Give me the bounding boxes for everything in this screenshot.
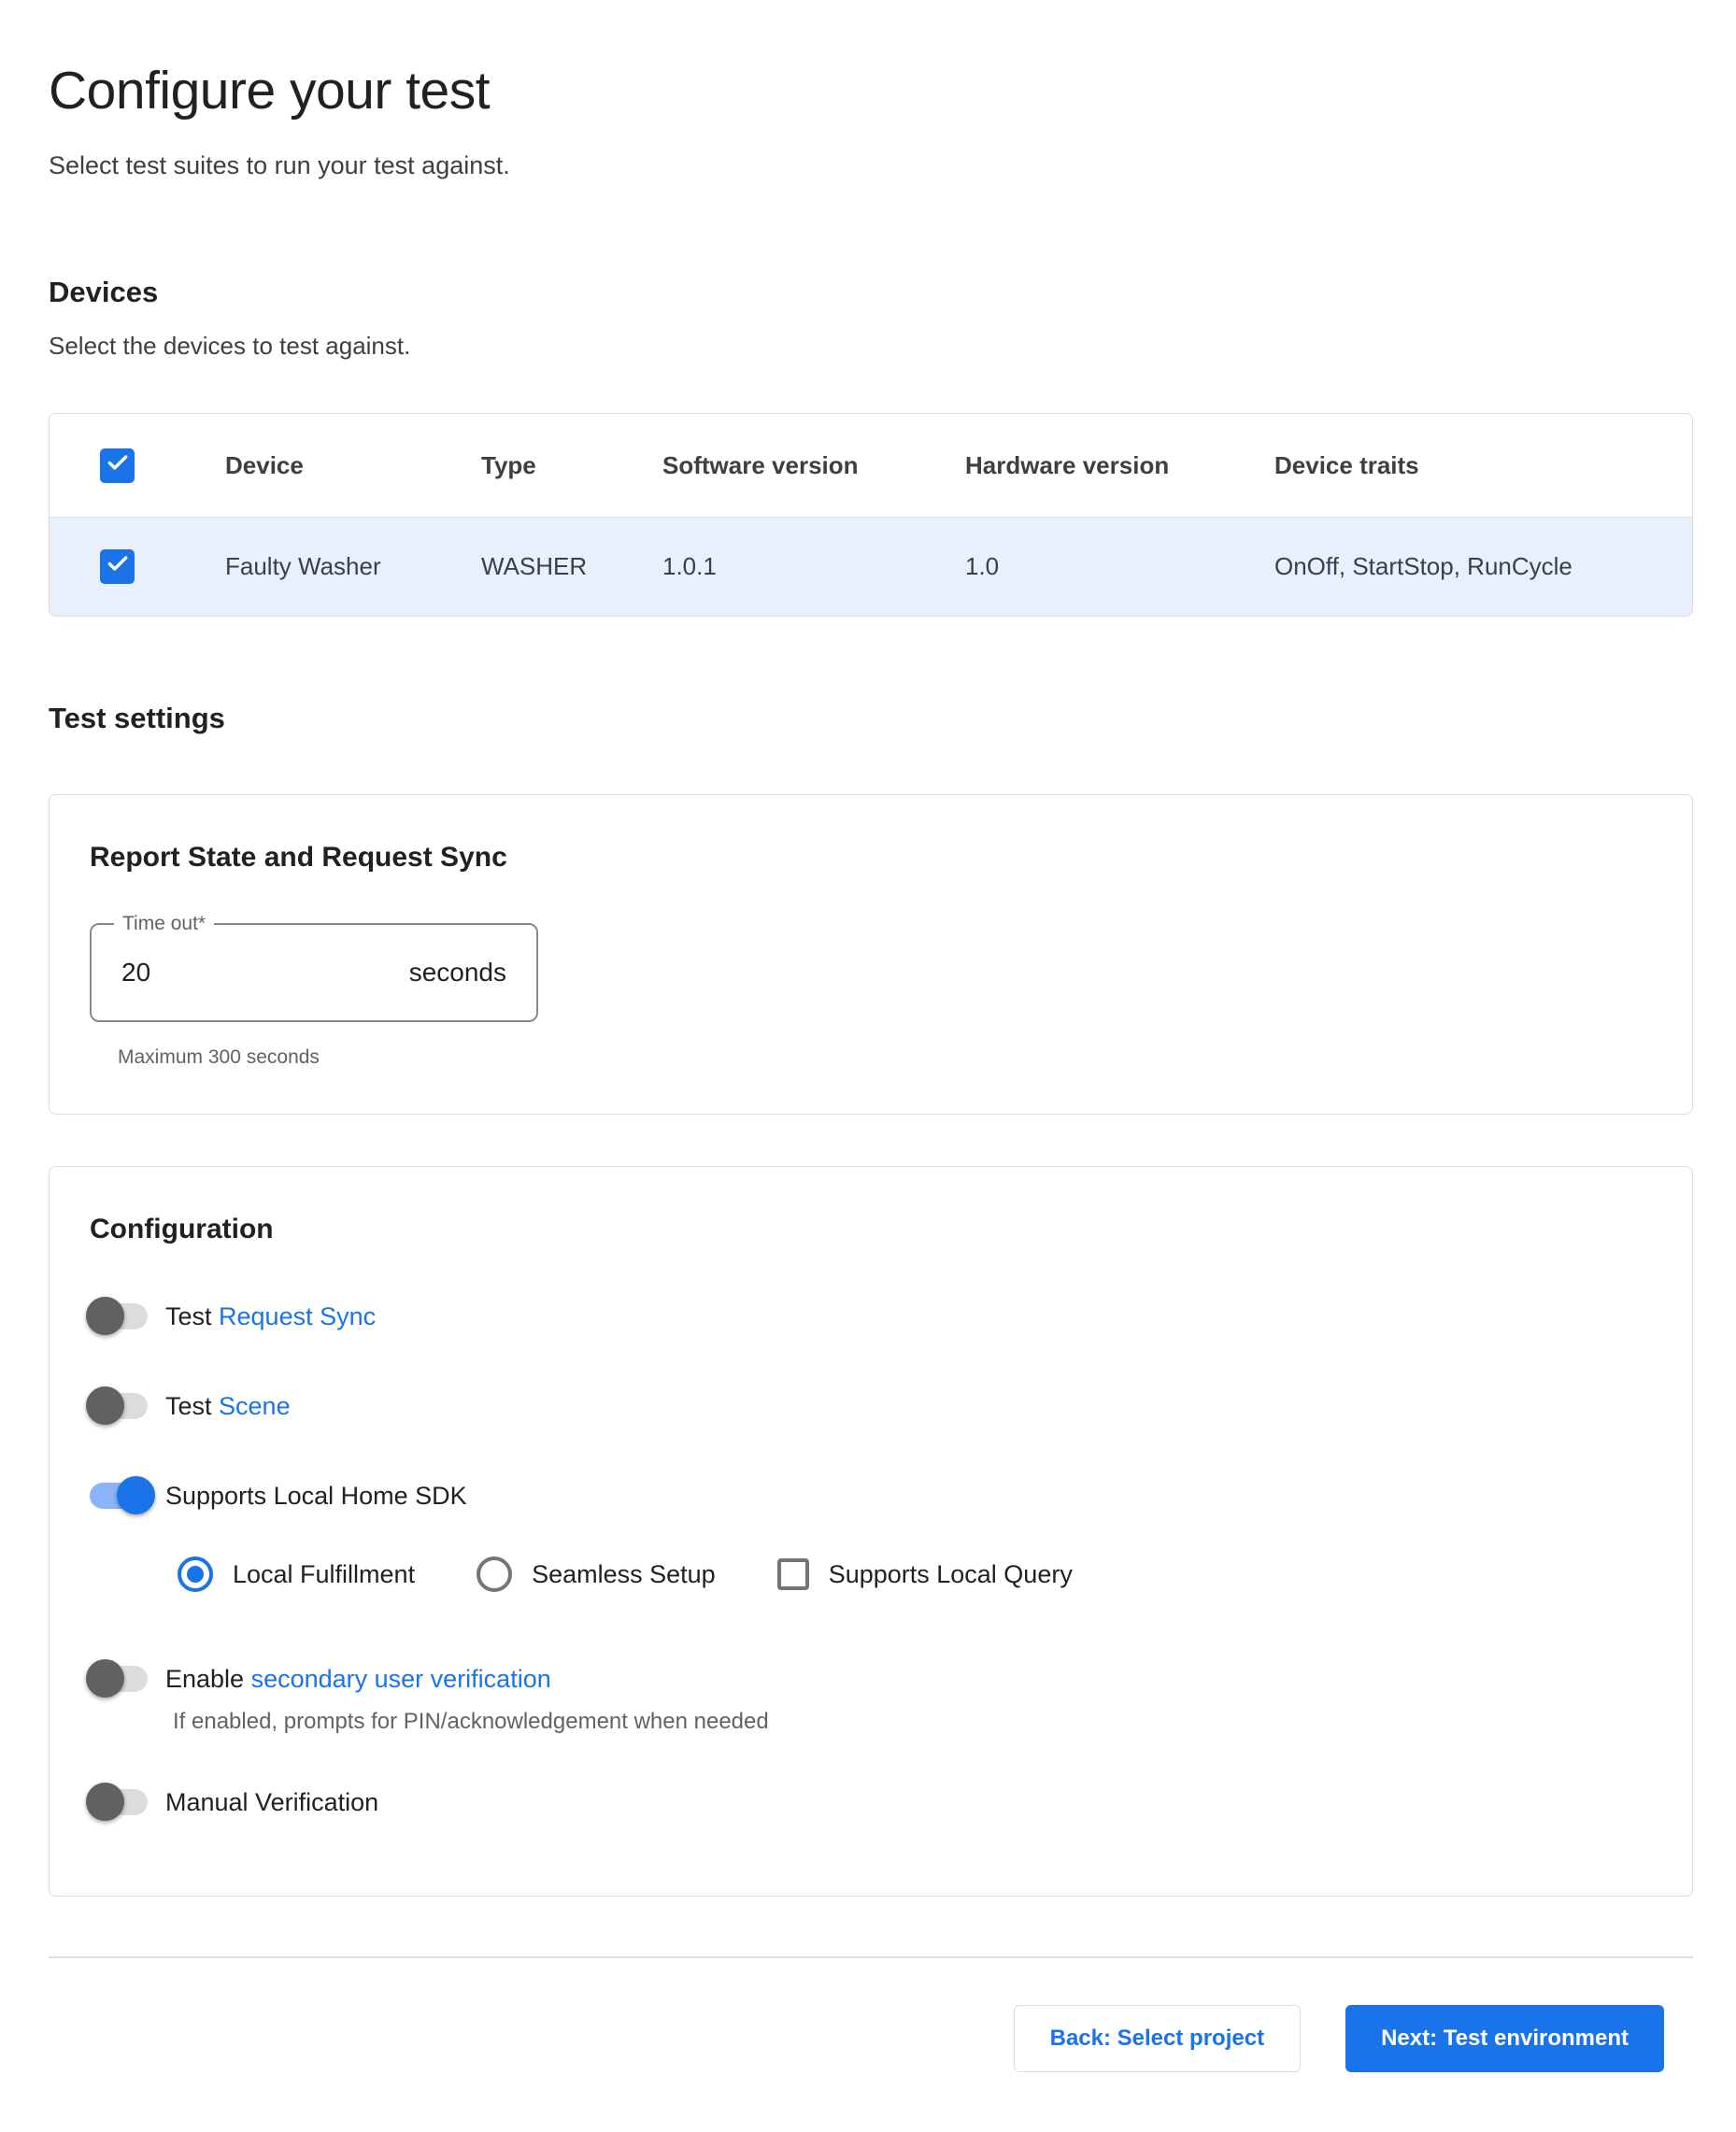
- table-row[interactable]: Faulty Washer WASHER 1.0.1 1.0 OnOff, St…: [50, 518, 1692, 616]
- cell-hardware-version: 1.0: [965, 552, 1274, 581]
- configuration-card-title: Configuration: [90, 1212, 1647, 1246]
- radio-option-seamless-setup[interactable]: Seamless Setup: [477, 1556, 716, 1592]
- timeout-unit-label: seconds: [409, 958, 506, 988]
- cell-software-version: 1.0.1: [662, 552, 965, 581]
- toggle-supports-local-home-sdk[interactable]: [90, 1482, 151, 1510]
- checkbox-label-supports-local-query: Supports Local Query: [829, 1560, 1073, 1589]
- configure-test-page: Configure your test Select test suites t…: [0, 0, 1736, 2132]
- toggle-secondary-user-verification[interactable]: [90, 1665, 151, 1693]
- timeout-field-label: Time out*: [114, 913, 214, 935]
- page-title: Configure your test: [49, 58, 1693, 123]
- label-prefix: Test: [165, 1392, 219, 1420]
- toggle-label-test-scene: Test Scene: [165, 1392, 291, 1421]
- radio-label-local-fulfillment: Local Fulfillment: [233, 1560, 415, 1589]
- cell-device-name: Faulty Washer: [225, 552, 481, 581]
- label-prefix: Test: [165, 1302, 219, 1330]
- timeout-field: Time out* seconds: [90, 923, 538, 1022]
- toggle-knob: [86, 1297, 124, 1335]
- label-prefix: Enable: [165, 1665, 251, 1693]
- column-header-software-version: Software version: [662, 451, 965, 480]
- toggle-row-test-scene: Test Scene: [90, 1378, 1647, 1434]
- devices-description: Select the devices to test against.: [49, 331, 1693, 361]
- timeout-input[interactable]: [121, 958, 308, 988]
- toggle-label-test-request-sync: Test Request Sync: [165, 1302, 376, 1331]
- radio-option-local-fulfillment[interactable]: Local Fulfillment: [178, 1556, 415, 1592]
- toggle-knob: [86, 1659, 124, 1698]
- report-state-card-title: Report State and Request Sync: [90, 840, 1647, 874]
- toggle-test-scene[interactable]: [90, 1392, 151, 1420]
- toggle-row-manual-verification: Manual Verification: [90, 1774, 1647, 1830]
- toggle-manual-verification[interactable]: [90, 1788, 151, 1816]
- secondary-verification-helper-text: If enabled, prompts for PIN/acknowledgem…: [173, 1709, 1647, 1735]
- select-all-checkbox[interactable]: [100, 448, 135, 483]
- devices-heading: Devices: [49, 275, 1693, 310]
- request-sync-link[interactable]: Request Sync: [219, 1302, 376, 1330]
- local-home-options-row: Local Fulfillment Seamless Setup Support…: [178, 1544, 1647, 1604]
- radio-selected-icon[interactable]: [178, 1556, 213, 1592]
- device-table-header: Device Type Software version Hardware ve…: [50, 414, 1692, 518]
- page-subtitle: Select test suites to run your test agai…: [49, 149, 1693, 181]
- column-header-hardware-version: Hardware version: [965, 451, 1274, 480]
- radio-unselected-icon[interactable]: [477, 1556, 512, 1592]
- column-header-device-traits: Device traits: [1274, 451, 1692, 480]
- next-test-environment-button[interactable]: Next: Test environment: [1345, 2005, 1664, 2072]
- toggle-row-test-request-sync: Test Request Sync: [90, 1288, 1647, 1344]
- main-content: Configure your test Select test suites t…: [0, 0, 1736, 2132]
- check-icon: [106, 450, 130, 481]
- select-all-cell: [50, 448, 225, 483]
- toggle-label-secondary-user-verification: Enable secondary user verification: [165, 1665, 551, 1694]
- toggle-label-manual-verification: Manual Verification: [165, 1788, 378, 1817]
- footer-divider: [49, 1956, 1693, 1958]
- toggle-label-supports-local-home-sdk: Supports Local Home SDK: [165, 1482, 467, 1511]
- footer-actions: Back: Select project Next: Test environm…: [49, 2005, 1693, 2072]
- row-checkbox-cell: [50, 549, 225, 584]
- row-checkbox[interactable]: [100, 549, 135, 584]
- column-header-device: Device: [225, 451, 481, 480]
- toggle-test-request-sync[interactable]: [90, 1302, 151, 1330]
- toggle-knob: [86, 1386, 124, 1425]
- radio-label-seamless-setup: Seamless Setup: [532, 1560, 716, 1589]
- configuration-card: Configuration Test Request Sync Test Sce…: [49, 1166, 1693, 1897]
- report-state-card: Report State and Request Sync Time out* …: [49, 794, 1693, 1115]
- cell-device-type: WASHER: [481, 552, 662, 581]
- toggle-row-secondary-user-verification: Enable secondary user verification: [90, 1651, 1647, 1707]
- checkbox-option-supports-local-query[interactable]: Supports Local Query: [777, 1558, 1073, 1590]
- column-header-type: Type: [481, 451, 662, 480]
- cell-device-traits: OnOff, StartStop, RunCycle: [1274, 552, 1692, 581]
- toggle-knob: [86, 1783, 124, 1821]
- toggle-row-supports-local-home-sdk: Supports Local Home SDK: [90, 1468, 1647, 1524]
- check-icon: [106, 551, 130, 582]
- device-table: Device Type Software version Hardware ve…: [49, 413, 1693, 617]
- secondary-user-verification-link[interactable]: secondary user verification: [251, 1665, 551, 1693]
- toggle-knob: [117, 1476, 155, 1514]
- timeout-helper-text: Maximum 300 seconds: [118, 1046, 1647, 1069]
- back-select-project-button[interactable]: Back: Select project: [1014, 2005, 1301, 2072]
- scene-link[interactable]: Scene: [219, 1392, 291, 1420]
- test-settings-heading: Test settings: [49, 701, 1693, 736]
- checkbox-unchecked-icon[interactable]: [777, 1558, 809, 1590]
